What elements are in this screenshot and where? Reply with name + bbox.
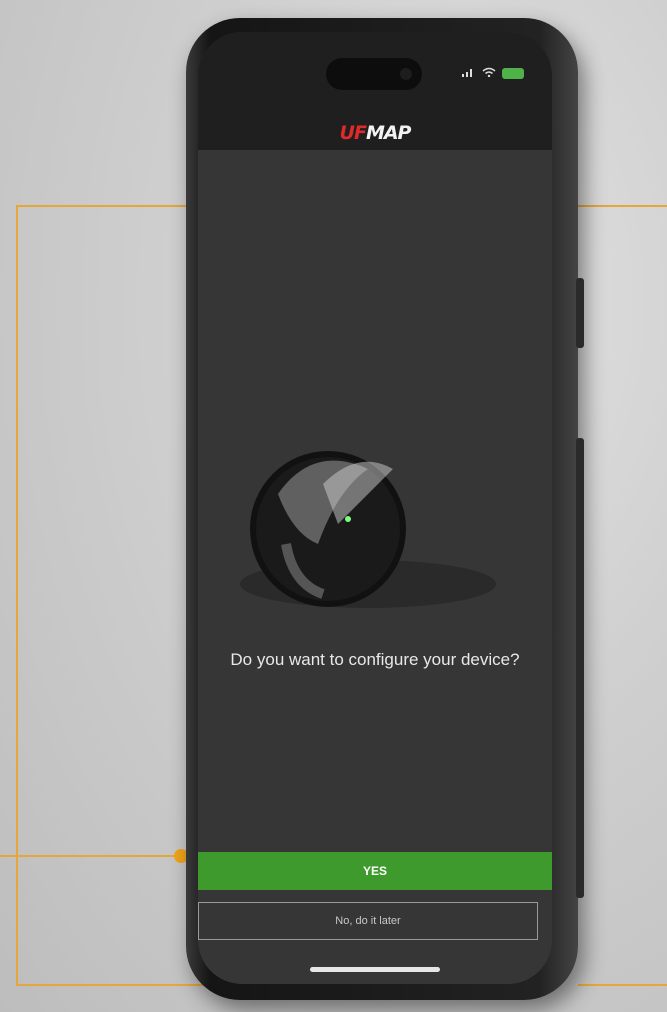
side-button-lower (576, 438, 584, 898)
app-logo: UFMAP (198, 122, 552, 144)
side-button (576, 278, 584, 348)
yes-button[interactable]: YES (198, 852, 552, 890)
later-button[interactable]: No, do it later (198, 902, 538, 940)
frame-line-top-left (16, 205, 186, 207)
logo-part-map: MAP (365, 122, 412, 144)
logo-part-uf: UF (339, 122, 367, 144)
phone-screen: UFMAP Do you want to configure your devi… (198, 32, 552, 984)
camera-icon (400, 68, 412, 80)
battery-icon (502, 67, 524, 79)
dynamic-island (326, 58, 422, 90)
frame-line-pointer (0, 855, 180, 857)
signal-icon (462, 66, 476, 80)
wifi-icon (482, 66, 496, 80)
phone-frame: UFMAP Do you want to configure your devi… (186, 18, 584, 1000)
frame-line-top-right (578, 205, 667, 207)
frame-line-bottom-right (578, 984, 667, 986)
frame-line-bottom-left (16, 984, 206, 986)
frame-line-left (16, 205, 18, 985)
app-header: UFMAP (198, 32, 552, 150)
tracker-device-image (240, 451, 496, 608)
home-indicator[interactable] (310, 967, 440, 972)
configure-question: Do you want to configure your device? (230, 650, 520, 669)
status-bar (462, 66, 524, 80)
